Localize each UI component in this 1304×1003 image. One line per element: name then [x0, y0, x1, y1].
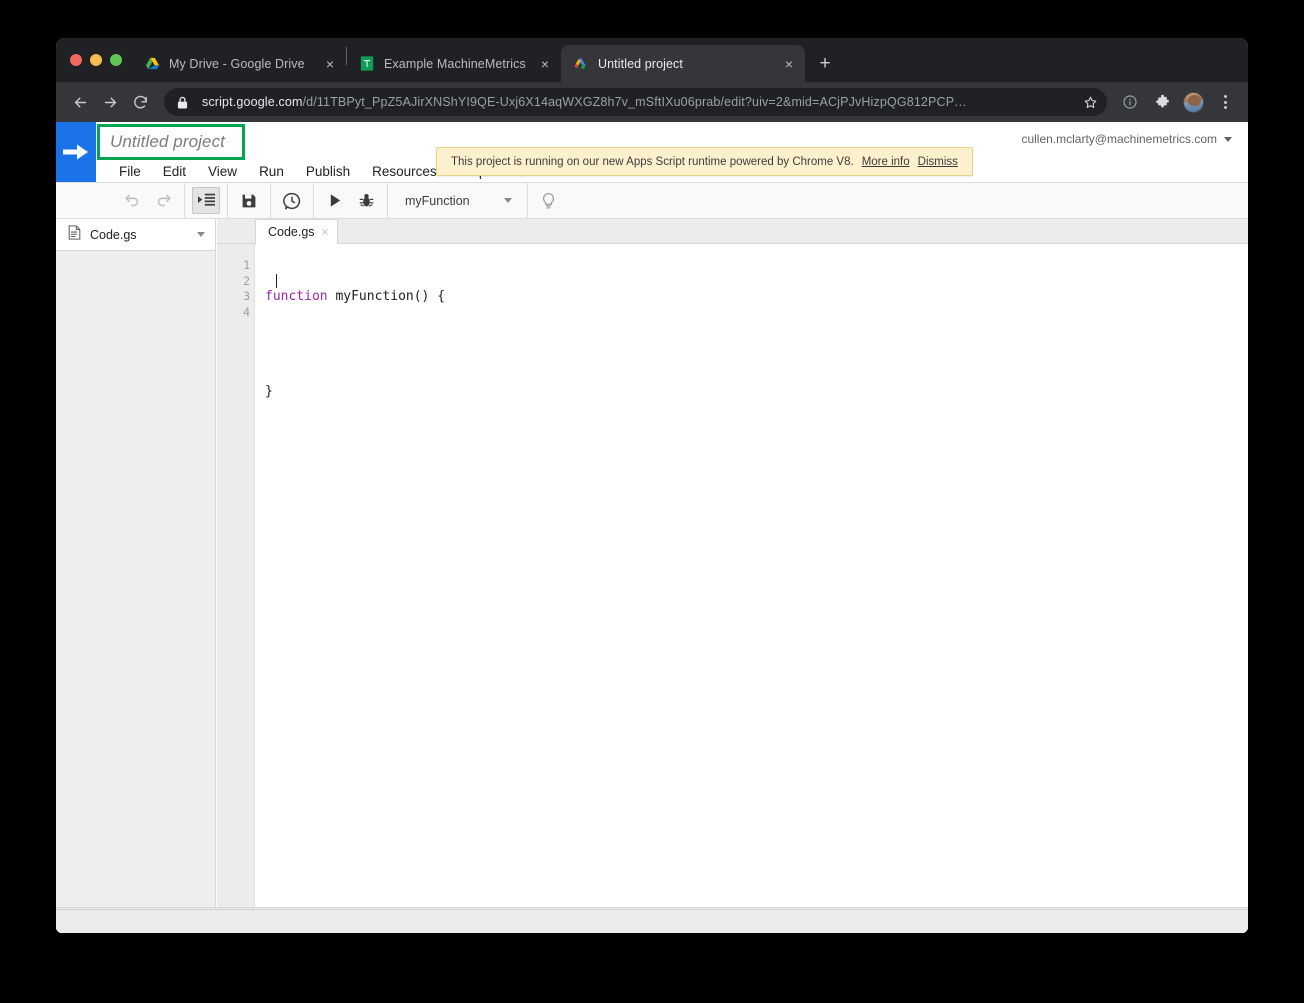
menu-resources[interactable]: Resources — [361, 162, 448, 181]
window-traffic-lights — [64, 38, 132, 82]
editor-tab-label: Code.gs — [268, 225, 315, 239]
address-bar[interactable]: script.google.com/d/11TBPyt_PpZ5AJirXNSh… — [164, 88, 1107, 116]
file-sidebar: Code.gs — [56, 219, 216, 907]
browser-tab-strip: My Drive - Google Drive × Example Machin… — [56, 38, 1248, 82]
google-drive-icon — [144, 56, 160, 72]
indent-icon[interactable] — [192, 187, 220, 214]
chevron-down-icon[interactable] — [197, 232, 205, 237]
lock-icon — [177, 96, 191, 109]
debug-bug-icon[interactable] — [352, 187, 380, 214]
url-text: script.google.com/d/11TBPyt_PpZ5AJirXNSh… — [202, 95, 967, 109]
account-email: cullen.mclarty@machinemetrics.com — [1021, 132, 1217, 146]
new-tab-button[interactable]: + — [811, 49, 839, 77]
chevron-down-icon — [1224, 136, 1232, 142]
v8-runtime-banner: This project is running on our new Apps … — [436, 147, 973, 176]
title-and-menu-area: Untitled project File Edit View Run Publ… — [96, 122, 1021, 182]
indent-group — [185, 183, 228, 218]
forward-button[interactable] — [96, 88, 124, 116]
extensions-puzzle-icon[interactable] — [1147, 88, 1177, 116]
code-line — [265, 337, 1248, 353]
account-menu[interactable]: cullen.mclarty@machinemetrics.com — [1021, 132, 1248, 146]
banner-more-info-link[interactable]: More info — [862, 156, 910, 168]
browser-actions — [1115, 88, 1240, 116]
redo-button[interactable] — [149, 187, 177, 214]
text-cursor — [276, 274, 277, 288]
code-editor[interactable]: 1 2 3 4 function myFunction() { } — [217, 244, 1248, 907]
banner-dismiss-link[interactable]: Dismiss — [918, 156, 958, 168]
back-button[interactable] — [66, 88, 94, 116]
code-line: function myFunction() { — [265, 289, 1248, 305]
version-history-clock-icon[interactable] — [278, 187, 306, 214]
browser-tab-apps-script[interactable]: Untitled project × — [561, 45, 805, 82]
close-icon[interactable]: × — [322, 56, 338, 72]
line-number: 4 — [243, 305, 250, 320]
undo-button[interactable] — [118, 187, 146, 214]
apps-script-toolbar: myFunction — [56, 182, 1248, 219]
history-group — [271, 183, 314, 218]
apps-script-page: Untitled project File Edit View Run Publ… — [56, 122, 1248, 933]
project-title-highlight-box: Untitled project — [97, 124, 245, 160]
script-file-icon — [68, 224, 81, 245]
close-icon[interactable]: × — [781, 56, 797, 72]
three-dot-menu-icon[interactable] — [1210, 88, 1240, 116]
banner-message: This project is running on our new Apps … — [451, 155, 854, 168]
google-sheets-icon — [359, 56, 375, 72]
run-play-icon[interactable] — [321, 187, 349, 214]
info-circle-icon[interactable] — [1115, 88, 1145, 116]
apps-script-body: Code.gs Code.gs × 1 2 3 4 function myFun… — [56, 219, 1248, 907]
browser-window: My Drive - Google Drive × Example Machin… — [56, 38, 1248, 933]
editor-tabbar: Code.gs × — [217, 219, 1248, 244]
function-selector-group: myFunction — [388, 183, 528, 218]
hint-group — [528, 183, 570, 218]
browser-tab-sheets[interactable]: Example MachineMetrics Impor × — [347, 45, 561, 82]
sidebar-empty-area — [56, 251, 215, 907]
browser-toolbar: script.google.com/d/11TBPyt_PpZ5AJirXNSh… — [56, 82, 1248, 122]
code-text: } — [265, 383, 273, 399]
apps-script-header: Untitled project File Edit View Run Publ… — [56, 122, 1248, 182]
function-select-value: myFunction — [405, 193, 470, 208]
menu-edit[interactable]: Edit — [152, 162, 197, 181]
editor-pane: Code.gs × 1 2 3 4 function myFunction() … — [216, 219, 1248, 907]
code-text: myFunction() { — [327, 289, 446, 305]
lightbulb-icon[interactable] — [535, 187, 563, 214]
code-line: } — [265, 384, 1248, 400]
code-content[interactable]: function myFunction() { } — [255, 244, 1248, 907]
window-zoom-button[interactable] — [110, 54, 122, 66]
menu-view[interactable]: View — [197, 162, 248, 181]
browser-tab-title: My Drive - Google Drive — [169, 56, 305, 71]
browser-bottom-strip — [56, 909, 1248, 933]
undo-redo-group — [111, 183, 185, 218]
line-number-gutter: 1 2 3 4 — [235, 244, 255, 907]
menu-run[interactable]: Run — [248, 162, 295, 181]
line-number: 1 — [243, 258, 250, 272]
apps-script-arrow-logo — [56, 122, 96, 182]
run-debug-group — [314, 183, 388, 218]
profile-avatar[interactable] — [1183, 91, 1204, 113]
close-icon[interactable]: × — [537, 56, 553, 72]
menu-publish[interactable]: Publish — [295, 162, 361, 181]
apps-script-icon — [573, 56, 589, 72]
line-number: 2 — [243, 273, 250, 288]
window-minimize-button[interactable] — [90, 54, 102, 66]
sidebar-item-code-gs[interactable]: Code.gs — [56, 219, 215, 251]
chevron-down-icon — [503, 198, 512, 203]
browser-tab-title: Example MachineMetrics Impor — [384, 56, 528, 71]
save-group — [228, 183, 271, 218]
bookmark-star-icon[interactable] — [1079, 95, 1101, 110]
close-icon[interactable]: × — [322, 226, 329, 238]
code-keyword: function — [265, 289, 328, 305]
project-title-input[interactable]: Untitled project — [110, 132, 225, 152]
reload-button[interactable] — [126, 88, 154, 116]
browser-tab-title: Untitled project — [598, 56, 683, 71]
window-close-button[interactable] — [70, 54, 82, 66]
menu-file[interactable]: File — [108, 162, 152, 181]
browser-tab-drive[interactable]: My Drive - Google Drive × — [132, 45, 346, 82]
save-floppy-icon[interactable] — [235, 187, 263, 214]
line-number: 3 — [243, 289, 250, 304]
gutter-spacer — [217, 244, 235, 907]
function-select[interactable]: myFunction — [395, 187, 520, 214]
editor-tab-code-gs[interactable]: Code.gs × — [255, 219, 338, 244]
file-name-label: Code.gs — [90, 227, 137, 242]
